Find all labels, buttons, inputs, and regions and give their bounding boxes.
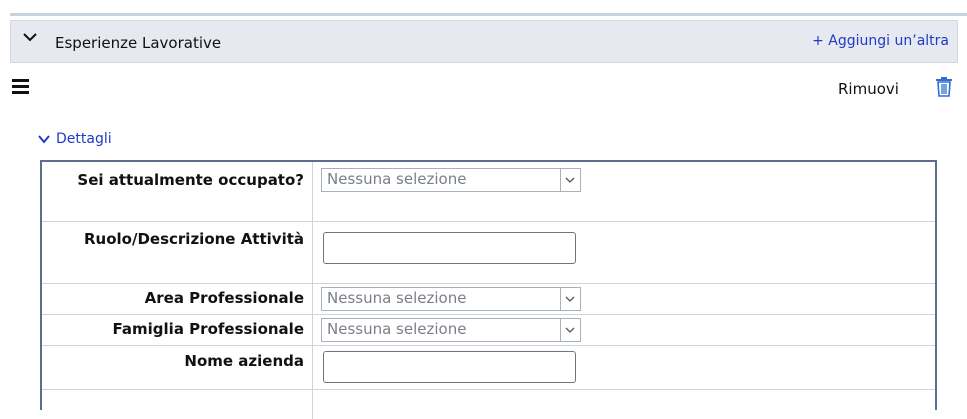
- form-row: Area Professionale Nessuna selezione: [42, 283, 935, 315]
- details-form: Sei attualmente occupato? Nessuna selezi…: [40, 160, 937, 419]
- section-title: Esperienze Lavorative: [55, 34, 222, 52]
- select-value: Nessuna selezione: [327, 289, 467, 307]
- details-label: Dettagli: [56, 131, 112, 147]
- details-toggle[interactable]: Dettagli: [38, 131, 112, 147]
- add-another-link[interactable]: + Aggiungi un’altra: [812, 33, 949, 49]
- role-description-input[interactable]: [323, 232, 576, 264]
- hamburger-menu-icon[interactable]: [12, 79, 29, 94]
- field-label: Area Professionale: [42, 283, 313, 314]
- form-row: Famiglia Professionale Nessuna selezione: [42, 314, 935, 346]
- field-label: [42, 389, 313, 419]
- select-value: Nessuna selezione: [327, 320, 467, 338]
- field-label: Famiglia Professionale: [42, 314, 313, 345]
- company-name-input[interactable]: [323, 351, 576, 383]
- remove-button[interactable]: Rimuovi: [838, 80, 899, 98]
- field-label: Ruolo/Descrizione Attività: [42, 221, 313, 283]
- section-header: Esperienze Lavorative + Aggiungi un’altr…: [10, 20, 958, 63]
- form-row: Ruolo/Descrizione Attività: [42, 221, 935, 284]
- form-row: [42, 389, 935, 419]
- chevron-down-icon[interactable]: [560, 288, 580, 310]
- professional-area-select[interactable]: Nessuna selezione: [321, 287, 581, 311]
- chevron-down-icon[interactable]: [560, 319, 580, 341]
- professional-family-select[interactable]: Nessuna selezione: [321, 318, 581, 342]
- form-row: Sei attualmente occupato? Nessuna selezi…: [42, 162, 935, 222]
- chevron-down-icon: [38, 135, 50, 144]
- chevron-down-icon[interactable]: [560, 169, 580, 191]
- select-value: Nessuna selezione: [327, 170, 467, 188]
- field-label: Sei attualmente occupato?: [42, 162, 313, 221]
- trash-icon[interactable]: [935, 77, 953, 97]
- currently-employed-select[interactable]: Nessuna selezione: [321, 168, 581, 192]
- top-divider: [10, 13, 967, 16]
- form-row: Nome azienda: [42, 345, 935, 390]
- chevron-down-icon[interactable]: [23, 30, 37, 44]
- field-label: Nome azienda: [42, 345, 313, 389]
